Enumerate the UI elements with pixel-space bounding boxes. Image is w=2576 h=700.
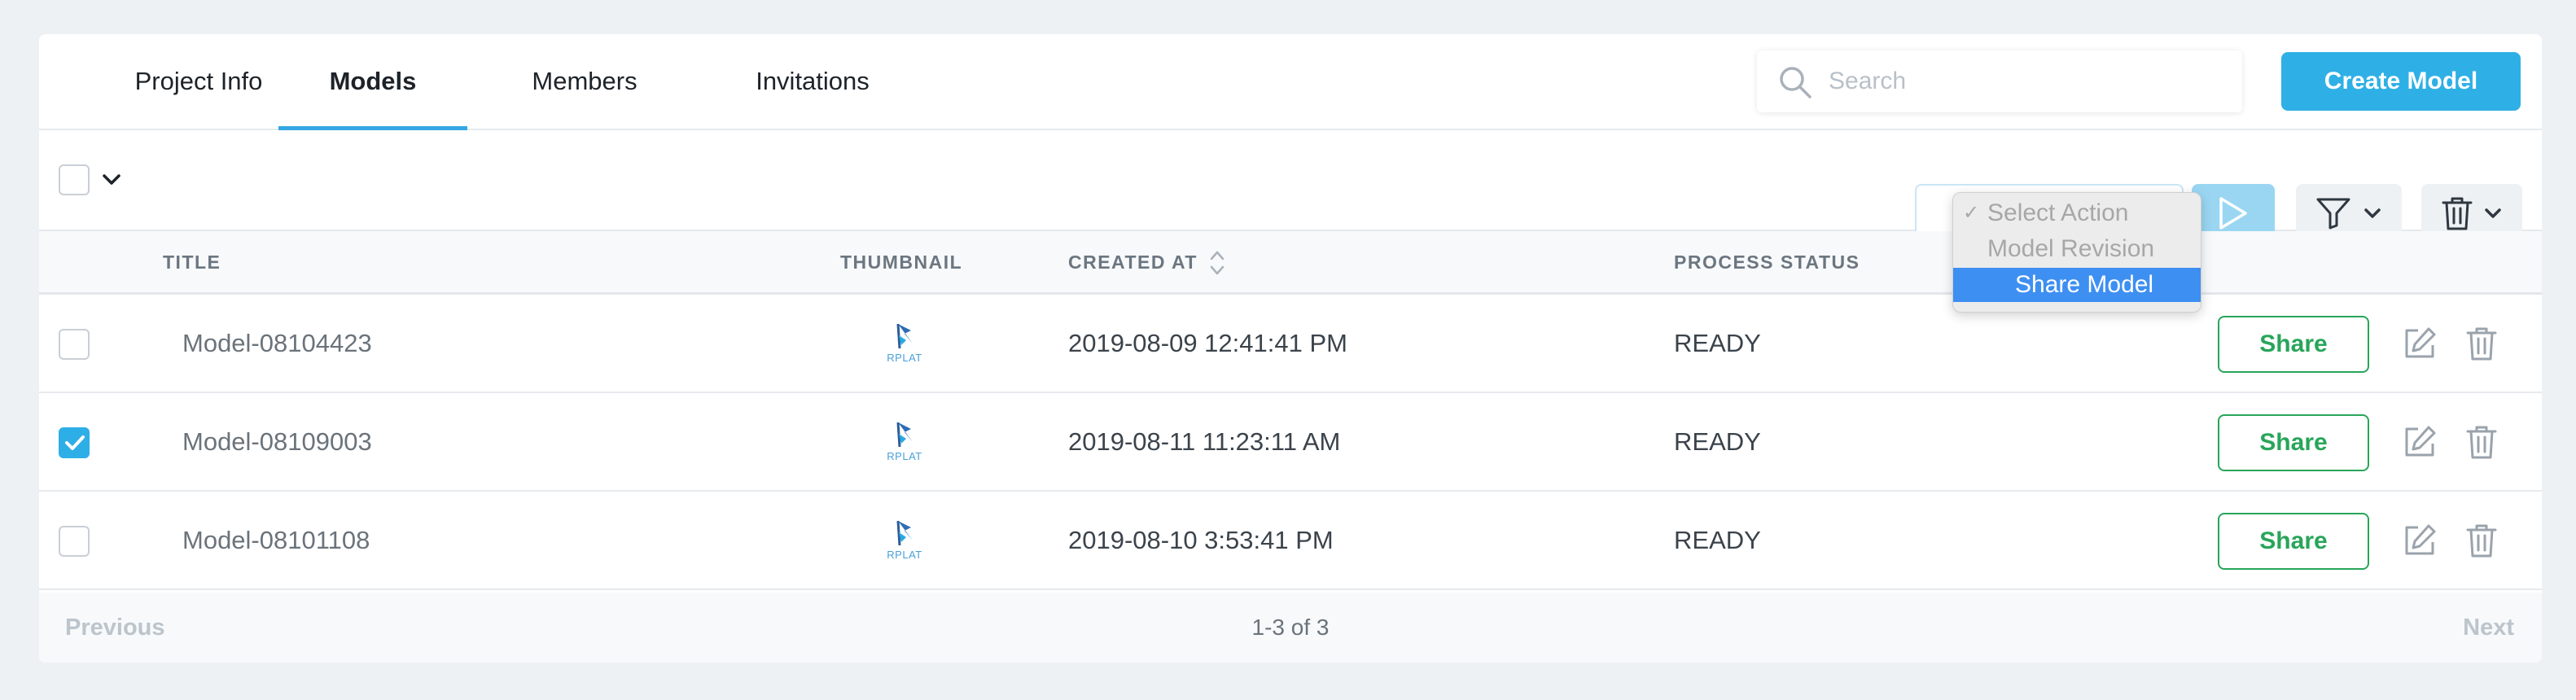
chevron-down-icon[interactable]	[103, 174, 120, 186]
filter-icon	[2316, 198, 2350, 230]
process-status: READY	[1674, 329, 1761, 357]
tab-invitations[interactable]: Invitations	[712, 34, 913, 130]
option-label: Select Action	[1987, 199, 2129, 226]
table-row: Model-08101108 RPLAT 2019-08-10 3:53:41 …	[39, 492, 2542, 590]
column-title[interactable]: TITLE	[163, 231, 221, 293]
column-thumbnail: THUMBNAIL	[840, 252, 963, 273]
checkmark-icon	[65, 435, 85, 450]
flag-logo-icon	[896, 323, 913, 349]
option-model-revision[interactable]: Model Revision	[1953, 232, 2201, 266]
model-title[interactable]: Model-08104423	[182, 295, 372, 392]
edit-icon[interactable]	[2402, 326, 2438, 361]
tab-bar: Project Info Models Members Invitations …	[39, 34, 2542, 130]
model-thumbnail: RPLAT	[882, 419, 927, 465]
option-label: Model Revision	[1987, 235, 2155, 262]
created-at: 2019-08-11 11:23:11 AM	[1068, 427, 1341, 456]
sort-icon[interactable]	[1210, 249, 1224, 277]
table-row: Model-08109003 RPLAT 2019-08-11 11:23:11…	[39, 393, 2542, 492]
next-page-button[interactable]: Next	[2463, 593, 2514, 663]
thumbnail-label: RPLAT	[887, 450, 922, 462]
row-checkbox[interactable]	[59, 329, 90, 360]
checkmark-icon: ✓	[1963, 202, 1980, 224]
created-at: 2019-08-10 3:53:41 PM	[1068, 526, 1334, 554]
page-range: 1-3 of 3	[1251, 615, 1330, 640]
flag-logo-icon	[896, 422, 913, 448]
process-status: READY	[1674, 427, 1761, 456]
select-all-checkbox[interactable]	[59, 164, 90, 195]
model-title[interactable]: Model-08109003	[182, 393, 372, 490]
process-status: READY	[1674, 526, 1761, 554]
option-label: Share Model	[2015, 271, 2154, 298]
models-panel: Project Info Models Members Invitations …	[39, 34, 2542, 663]
column-process-status[interactable]: PROCESS STATUS	[1674, 231, 1860, 293]
create-model-button[interactable]: Create Model	[2281, 52, 2521, 111]
chevron-down-icon	[2485, 208, 2501, 218]
tab-members[interactable]: Members	[495, 34, 674, 130]
thumbnail-label: RPLAT	[887, 352, 922, 364]
trash-icon[interactable]	[2464, 424, 2499, 460]
action-dropdown-list: ✓ Select Action Model Revision Share Mod…	[1952, 192, 2201, 313]
thumbnail-label: RPLAT	[887, 549, 922, 561]
play-icon	[2219, 197, 2247, 230]
option-share-model[interactable]: Share Model	[1953, 268, 2201, 302]
trash-icon[interactable]	[2464, 523, 2499, 558]
model-thumbnail: RPLAT	[882, 518, 927, 563]
tab-models[interactable]: Models	[278, 34, 467, 130]
model-thumbnail: RPLAT	[882, 321, 927, 366]
search-box	[1757, 50, 2242, 112]
row-checkbox[interactable]	[59, 526, 90, 557]
trash-icon[interactable]	[2464, 326, 2499, 361]
pagination: Previous 1-3 of 3 Next	[39, 593, 2542, 663]
option-select-action[interactable]: ✓ Select Action	[1953, 196, 2201, 230]
search-input[interactable]	[1829, 60, 2219, 103]
edit-icon[interactable]	[2402, 424, 2438, 460]
share-button[interactable]: Share	[2218, 513, 2369, 570]
row-checkbox[interactable]	[59, 427, 90, 458]
share-button[interactable]: Share	[2218, 316, 2369, 373]
trash-icon	[2442, 197, 2473, 230]
model-title[interactable]: Model-08101108	[182, 492, 370, 588]
chevron-down-icon	[2364, 208, 2381, 218]
column-created-at[interactable]: CREATED AT	[1068, 231, 1198, 293]
flag-logo-icon	[896, 520, 913, 546]
created-at: 2019-08-09 12:41:41 PM	[1068, 329, 1347, 357]
search-icon	[1780, 67, 1812, 98]
share-button[interactable]: Share	[2218, 414, 2369, 471]
edit-icon[interactable]	[2402, 523, 2438, 558]
tab-project-info[interactable]: Project Info	[90, 34, 308, 130]
